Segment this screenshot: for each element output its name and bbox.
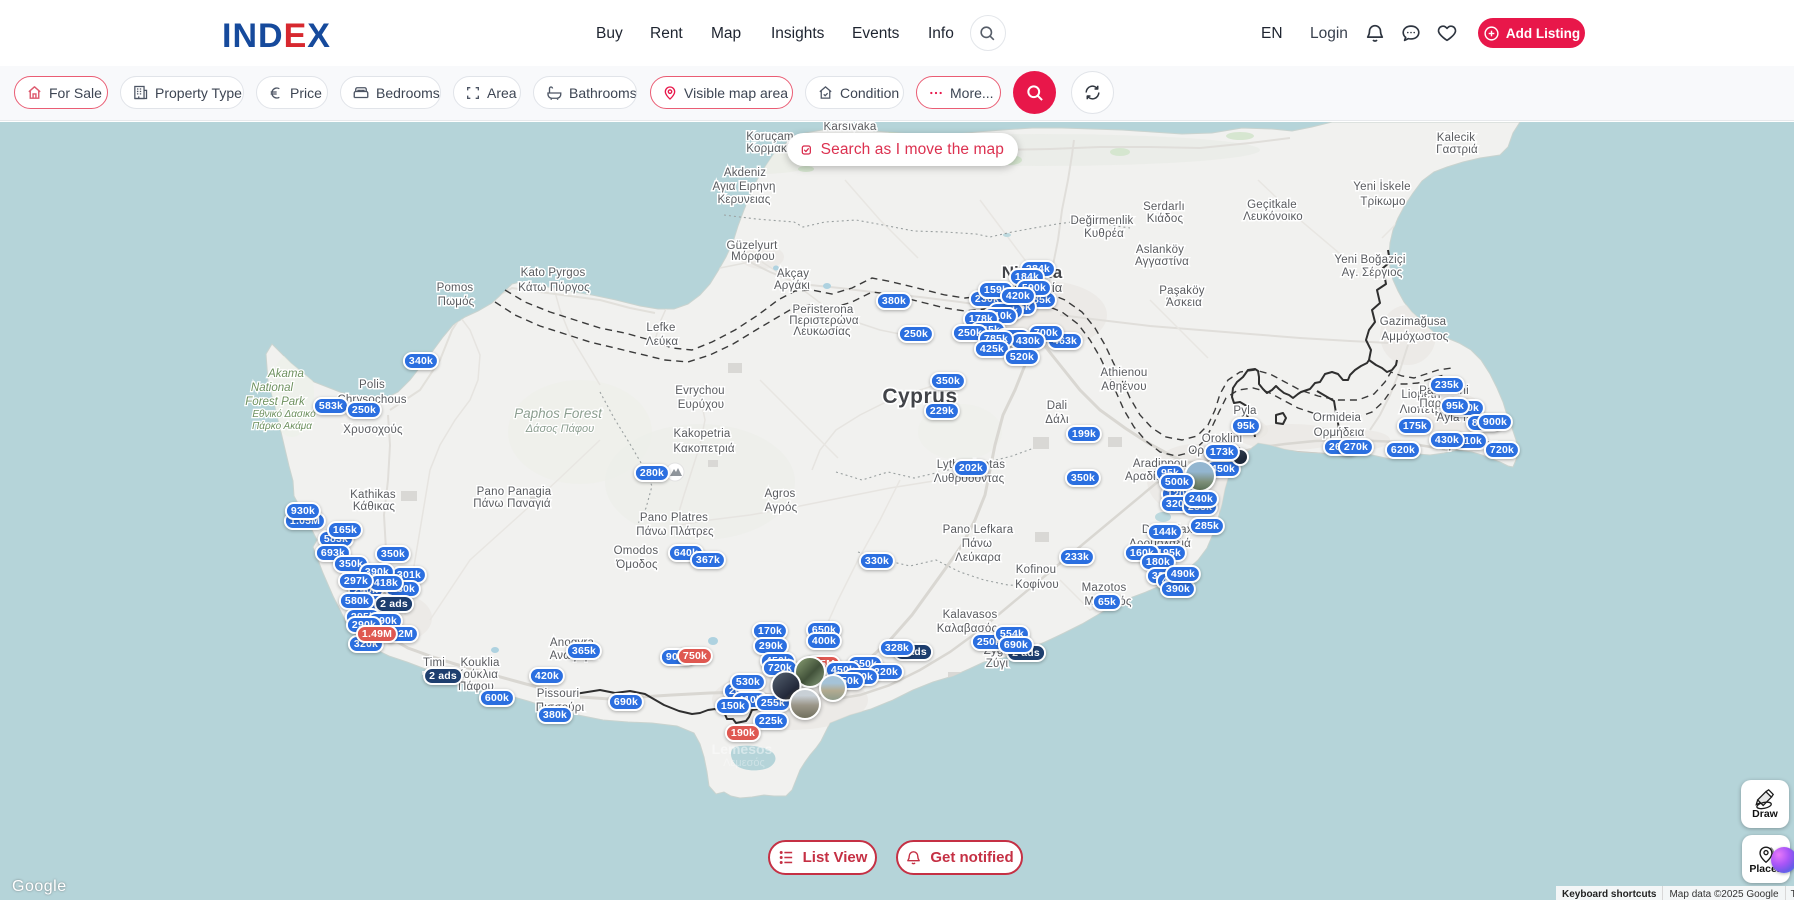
svg-text:Karsıvaka: Karsıvaka	[824, 122, 877, 133]
svg-text:Όμοδος: Όμοδος	[615, 559, 658, 571]
svg-text:Ormideia: Ormideia	[1313, 412, 1362, 424]
svg-text:Gazimağusa: Gazimağusa	[1380, 316, 1447, 328]
svg-text:Omodos: Omodos	[614, 545, 659, 557]
svg-text:Yeni İskele: Yeni İskele	[1353, 180, 1410, 193]
svg-text:Κορμακί: Κορμακί	[746, 143, 790, 155]
svg-text:Αγγαστίνα: Αγγαστίνα	[1135, 256, 1189, 268]
svg-text:Λεύκαρα: Λεύκαρα	[955, 552, 1001, 564]
svg-text:Lemesos: Lemesos	[712, 741, 773, 757]
svg-text:Değirmenlik: Değirmenlik	[1071, 215, 1134, 227]
svg-text:Δάσος Πάφου: Δάσος Πάφου	[525, 423, 594, 435]
svg-text:Pano Platres: Pano Platres	[640, 512, 708, 524]
svg-text:Κάθικας: Κάθικας	[353, 501, 396, 513]
svg-text:Geçitkale: Geçitkale	[1247, 199, 1297, 211]
svg-text:Κακοπετριά: Κακοπετριά	[673, 443, 735, 455]
svg-text:Λευκωσίας: Λευκωσίας	[793, 326, 851, 338]
svg-text:Pissouri: Pissouri	[537, 688, 580, 700]
svg-text:Κοφίνου: Κοφίνου	[1015, 579, 1059, 591]
svg-text:Polis: Polis	[359, 379, 385, 391]
svg-text:Τρίκωμο: Τρίκωμο	[1360, 196, 1405, 208]
svg-text:Akama: Akama	[267, 368, 304, 380]
svg-text:Kakopetria: Kakopetria	[674, 428, 731, 440]
svg-text:Koruçam: Koruçam	[746, 131, 793, 143]
svg-text:Μόρφου: Μόρφου	[731, 251, 775, 263]
svg-text:Λεύκα: Λεύκα	[646, 336, 679, 348]
svg-text:Αμμόχωστος: Αμμόχωστος	[1381, 331, 1448, 343]
svg-text:Αγρός: Αγρός	[765, 502, 798, 514]
svg-text:Αργάκι: Αργάκι	[774, 280, 810, 292]
svg-text:Πάνω Πλάτρες: Πάνω Πλάτρες	[636, 526, 714, 538]
svg-text:Paşaköy: Paşaköy	[1159, 285, 1205, 297]
svg-text:Kouklia: Kouklia	[460, 657, 500, 669]
svg-text:Χρυσοχούς: Χρυσοχούς	[343, 424, 403, 436]
svg-text:Dali: Dali	[1047, 400, 1068, 412]
svg-text:Άσκεια: Άσκεια	[1166, 297, 1202, 309]
svg-text:Pyla: Pyla	[1233, 405, 1257, 417]
svg-text:Ζύγι: Ζύγι	[986, 658, 1009, 670]
svg-text:Pano Lefkara: Pano Lefkara	[943, 524, 1014, 536]
svg-text:Akdeniz: Akdeniz	[724, 167, 766, 179]
svg-text:Λεμεσός: Λεμεσός	[723, 757, 765, 769]
svg-text:Ευρύχου: Ευρύχου	[678, 399, 725, 411]
svg-text:Akçay: Akçay	[777, 268, 809, 280]
svg-text:Kofinou: Kofinou	[1016, 564, 1056, 576]
svg-text:Yeni Boğaziçi: Yeni Boğaziçi	[1334, 254, 1405, 266]
svg-text:Κερυνειας: Κερυνειας	[717, 194, 770, 206]
svg-text:Πάνω Παναγιά: Πάνω Παναγιά	[473, 498, 551, 510]
svg-text:Κυθρέα: Κυθρέα	[1084, 228, 1124, 240]
svg-text:Aslanköy: Aslanköy	[1136, 244, 1184, 256]
svg-text:Πάρκο Ακάμα: Πάρκο Ακάμα	[252, 420, 312, 432]
svg-text:Forest Park: Forest Park	[245, 396, 306, 408]
svg-text:Λευκόνοικο: Λευκόνοικο	[1243, 211, 1303, 223]
svg-text:Εθνικό Δασικό: Εθνικό Δασικό	[252, 408, 316, 420]
svg-text:Serdarlı: Serdarlı	[1143, 201, 1185, 213]
svg-text:Lefke: Lefke	[646, 322, 675, 334]
svg-text:Κάτω Πύργος: Κάτω Πύργος	[518, 282, 590, 294]
svg-text:National: National	[251, 382, 294, 394]
svg-text:Πωμός: Πωμός	[438, 296, 475, 308]
svg-text:Αγ. Σέργιος: Αγ. Σέργιος	[1342, 267, 1403, 279]
svg-text:Kato Pyrgos: Kato Pyrgos	[521, 267, 586, 279]
svg-text:Evrychou: Evrychou	[675, 385, 725, 397]
svg-text:Paphos Forest: Paphos Forest	[514, 406, 603, 421]
svg-text:Pano Panagia: Pano Panagia	[477, 486, 552, 498]
svg-text:Pomos: Pomos	[437, 282, 474, 294]
svg-text:Κιάδος: Κιάδος	[1147, 213, 1184, 225]
svg-text:Athienou: Athienou	[1101, 367, 1148, 379]
svg-text:Δάλι: Δάλι	[1045, 414, 1069, 426]
svg-text:Γαστριά: Γαστριά	[1436, 144, 1478, 156]
svg-text:Kalavasos: Kalavasos	[943, 609, 998, 621]
svg-text:Kalecik: Kalecik	[1437, 132, 1476, 144]
svg-text:Agros: Agros	[764, 488, 795, 500]
svg-text:Kathikas: Kathikas	[350, 489, 396, 501]
svg-text:Αθηένου: Αθηένου	[1101, 381, 1146, 393]
svg-text:Πάνω: Πάνω	[962, 538, 992, 550]
svg-text:Αγια Ειρηνη: Αγια Ειρηνη	[712, 181, 775, 193]
